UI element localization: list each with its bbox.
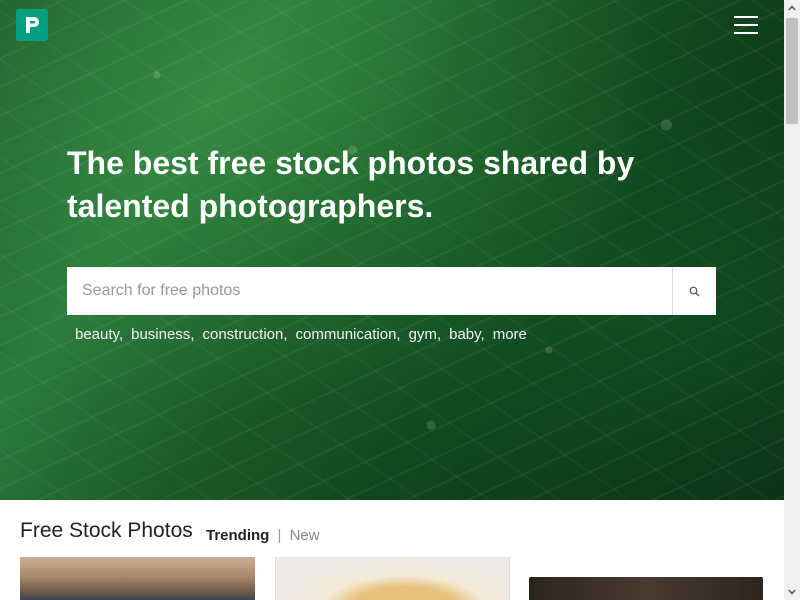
search-button[interactable]	[672, 267, 716, 315]
hamburger-menu-icon[interactable]	[734, 14, 758, 36]
search-icon	[689, 286, 700, 296]
tag-link[interactable]: gym,	[409, 326, 442, 343]
chevron-down-icon[interactable]	[784, 584, 800, 600]
section-title: Free Stock Photos	[20, 519, 193, 542]
tag-link[interactable]: communication,	[296, 326, 401, 343]
tab-new[interactable]: New	[290, 527, 320, 544]
hero-banner: The best free stock photos shared by tal…	[0, 0, 784, 500]
photo-thumbnail[interactable]	[275, 557, 510, 600]
tab-trending[interactable]: Trending	[206, 527, 269, 544]
logo-glyph	[26, 17, 39, 33]
tag-more-link[interactable]: more	[493, 326, 527, 343]
search-bar	[67, 267, 716, 315]
pexels-logo-icon[interactable]	[16, 9, 48, 41]
vertical-scrollbar[interactable]	[784, 0, 800, 600]
tag-link[interactable]: business,	[131, 326, 194, 343]
chevron-up-icon[interactable]	[784, 0, 800, 16]
popular-tags: beauty, business, construction, communic…	[75, 326, 527, 343]
photo-filter-tabs: Trending | New	[206, 527, 320, 544]
menu-line	[734, 16, 758, 18]
menu-line	[734, 24, 758, 26]
photo-thumbnail[interactable]	[529, 577, 763, 600]
photo-thumbnail[interactable]	[20, 557, 255, 600]
tab-divider: |	[277, 527, 282, 544]
search-input[interactable]	[67, 267, 672, 315]
tag-link[interactable]: construction,	[202, 326, 287, 343]
menu-line	[734, 32, 758, 34]
hero-headline: The best free stock photos shared by tal…	[67, 145, 635, 224]
tag-link[interactable]: beauty,	[75, 326, 123, 343]
scrollbar-thumb[interactable]	[786, 18, 798, 124]
tag-link[interactable]: baby,	[449, 326, 485, 343]
